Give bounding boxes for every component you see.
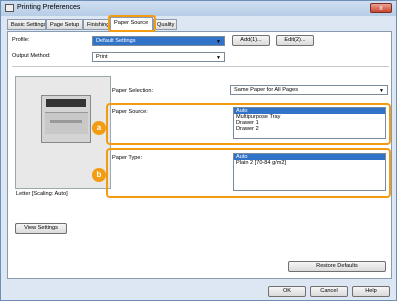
printing-preferences-window: Printing Preferences x Basic Settings Pa…	[0, 0, 397, 301]
tab-quality[interactable]: Quality	[153, 19, 177, 30]
divider	[12, 66, 389, 67]
badge-b: b	[92, 168, 106, 182]
restore-defaults-button[interactable]: Restore Defaults	[288, 261, 386, 272]
add-profile-button[interactable]: Add(1)...	[232, 35, 270, 46]
help-button[interactable]: Help	[352, 286, 390, 297]
output-method-value: Print	[96, 54, 108, 60]
paper-selection-value: Same Paper for All Pages	[234, 87, 299, 93]
close-button[interactable]: x	[370, 3, 392, 13]
preview-caption: Letter [Scaling: Auto]	[16, 191, 68, 197]
printer-icon	[5, 4, 14, 12]
edit-profile-button[interactable]: Edit(2)...	[276, 35, 314, 46]
tab-basic-settings[interactable]: Basic Settings	[7, 19, 46, 30]
paper-selection-select[interactable]: Same Paper for All Pages ▼	[230, 85, 388, 95]
paper-selection-label: Paper Selection:	[112, 88, 154, 94]
profile-select[interactable]: Default Settings ▼	[92, 36, 225, 46]
tab-finishing[interactable]: Finishing	[83, 19, 109, 30]
output-method-select[interactable]: Print ▼	[92, 52, 225, 62]
printer-illustration	[41, 95, 91, 143]
title-bar: Printing Preferences x	[1, 1, 396, 16]
tab-page-setup[interactable]: Page Setup	[46, 19, 83, 30]
paper-type-list[interactable]: Auto Plain 2 [70-84 g/m2]	[233, 153, 386, 191]
output-method-label: Output Method:	[12, 53, 51, 59]
ok-button[interactable]: OK	[268, 286, 306, 297]
dialog-buttons: OK Cancel Help	[1, 281, 396, 301]
list-item[interactable]: Drawer 2	[234, 126, 385, 132]
view-settings-button[interactable]: View Settings	[15, 223, 67, 234]
chevron-down-icon: ▼	[216, 39, 221, 45]
paper-source-tab-highlight	[108, 15, 156, 32]
window-title: Printing Preferences	[17, 4, 81, 11]
profile-label: Profile:	[12, 37, 30, 43]
chevron-down-icon: ▼	[379, 88, 384, 94]
list-item[interactable]: Plain 2 [70-84 g/m2]	[234, 160, 385, 166]
profile-value: Default Settings	[96, 38, 136, 44]
cancel-button[interactable]: Cancel	[310, 286, 348, 297]
paper-type-label: Paper Type:	[112, 155, 143, 161]
paper-source-list[interactable]: Auto Multipurpose Tray Drawer 1 Drawer 2	[233, 107, 386, 139]
badge-a: a	[92, 121, 106, 135]
paper-source-label: Paper Source:	[112, 109, 148, 115]
settings-panel: Profile: Default Settings ▼ Add(1)... Ed…	[7, 31, 392, 279]
chevron-down-icon: ▼	[216, 55, 221, 61]
